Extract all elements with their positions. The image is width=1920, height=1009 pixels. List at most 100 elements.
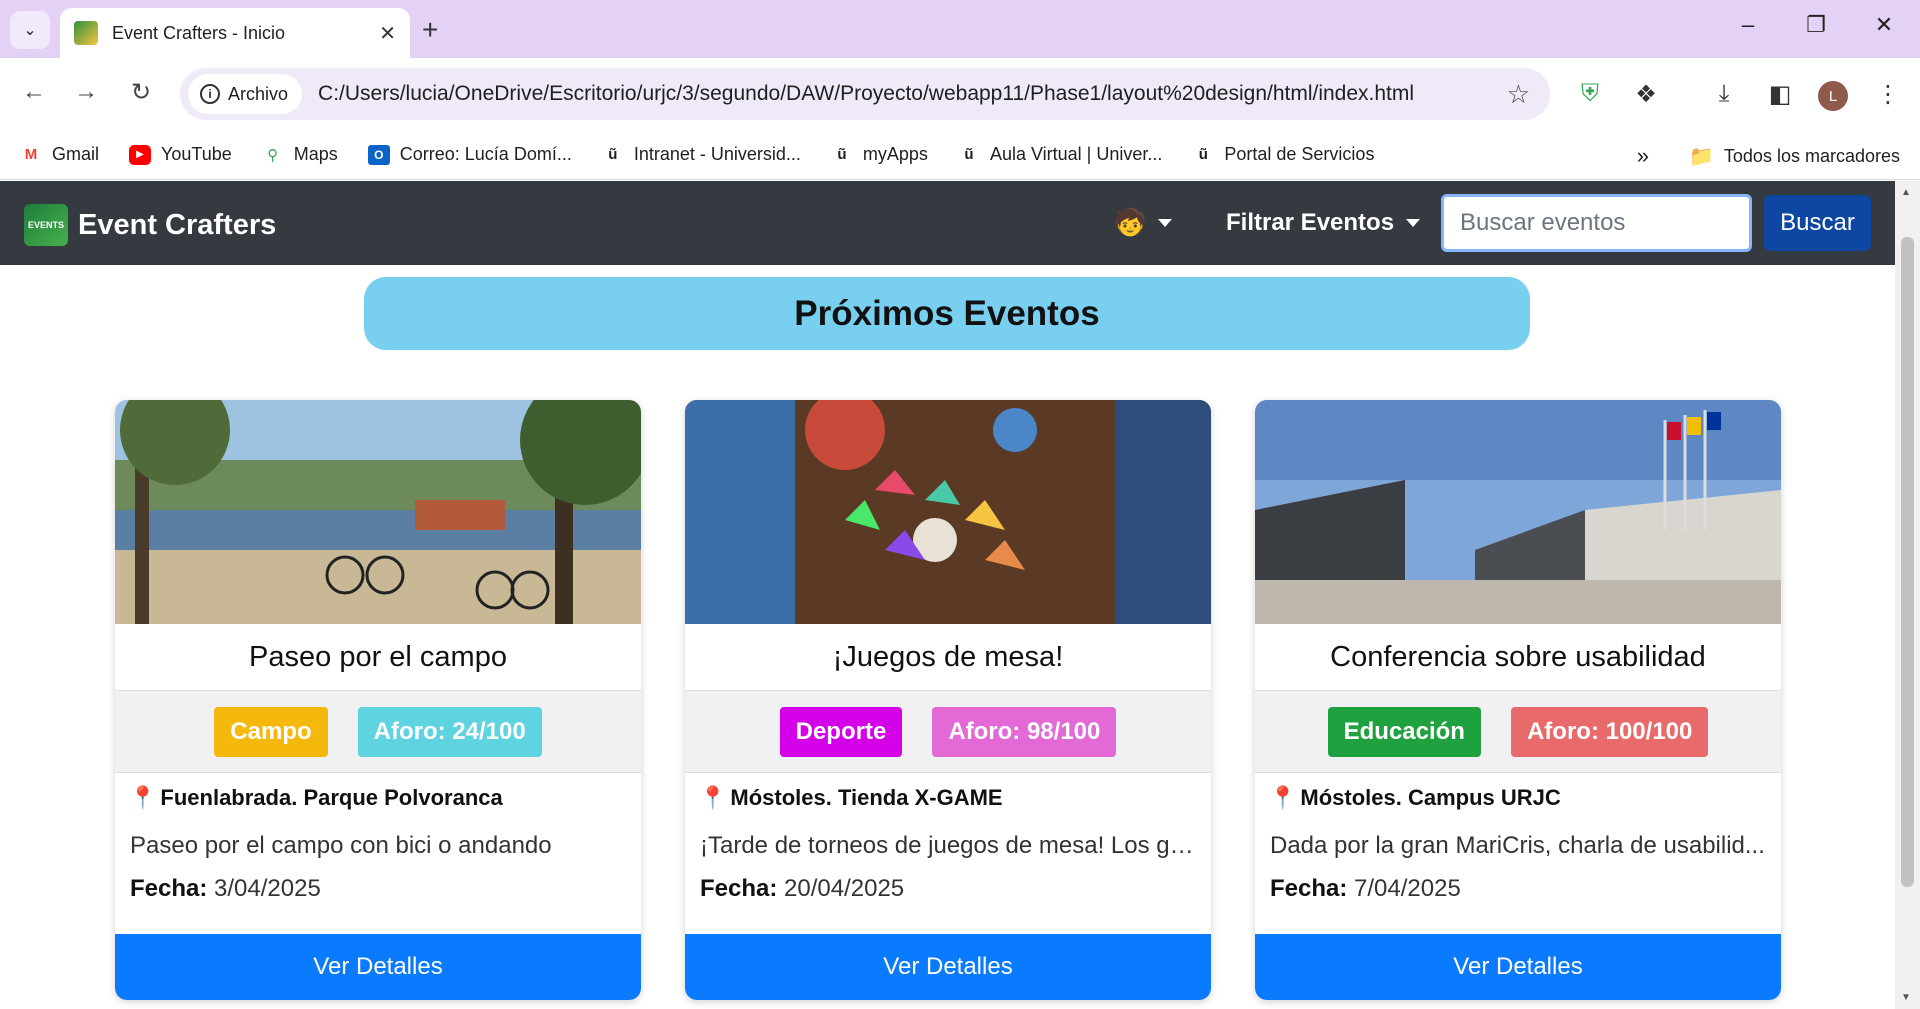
bookmark-intranet[interactable]: ũ Intranet - Universid... bbox=[602, 144, 801, 165]
category-badge: Campo bbox=[214, 706, 328, 757]
browser-toolbar: ← → ↻ i Archivo C:/Users/lucia/OneDrive/… bbox=[0, 58, 1920, 130]
brand-name: Event Crafters bbox=[78, 208, 277, 241]
event-image-board-games bbox=[685, 400, 1211, 624]
close-tab-icon[interactable]: ✕ bbox=[379, 21, 396, 46]
bookmark-maps[interactable]: ⚲ Maps bbox=[262, 144, 338, 165]
user-dropdown[interactable]: 🧒 bbox=[1114, 207, 1173, 238]
event-title: Conferencia sobre usabilidad bbox=[1255, 624, 1781, 691]
map-pin-icon: 📍 bbox=[1269, 785, 1297, 810]
download-icon[interactable]: ⤓ bbox=[1706, 80, 1742, 108]
tab-title: Event Crafters - Inicio bbox=[112, 22, 286, 43]
filter-events-dropdown[interactable]: Filtrar Eventos bbox=[1226, 209, 1421, 237]
restore-icon[interactable]: ❐ bbox=[1796, 12, 1836, 38]
bookmark-label: YouTube bbox=[161, 144, 232, 164]
urjc-icon: ũ bbox=[964, 146, 974, 163]
search-button[interactable]: Buscar bbox=[1764, 195, 1871, 251]
view-details-button[interactable]: Ver Detalles bbox=[115, 934, 641, 1000]
bookmark-label: Correo: Lucía Domí... bbox=[399, 144, 572, 164]
badge-row: Deporte Aforo: 98/100 bbox=[685, 691, 1211, 773]
event-image-campus bbox=[1255, 400, 1781, 624]
site-info-chip[interactable]: i Archivo bbox=[188, 74, 303, 114]
close-window-icon[interactable]: ✕ bbox=[1864, 12, 1904, 38]
address-bar[interactable]: i Archivo C:/Users/lucia/OneDrive/Escrit… bbox=[180, 68, 1550, 120]
all-bookmarks-label: Todos los marcadores bbox=[1723, 145, 1900, 166]
gmail-icon: M bbox=[24, 146, 38, 163]
reload-icon[interactable]: ↻ bbox=[123, 78, 159, 107]
url-text[interactable]: C:/Users/lucia/OneDrive/Escritorio/urjc/… bbox=[318, 82, 1507, 106]
browser-tabstrip: ⌄ Event Crafters - Inicio ✕ + – ❐ ✕ bbox=[0, 0, 1920, 58]
map-pin-icon: 📍 bbox=[699, 785, 727, 810]
bookmark-gmail[interactable]: M Gmail bbox=[20, 144, 99, 165]
youtube-icon: ▶ bbox=[129, 144, 152, 165]
chevron-down-icon: ⌄ bbox=[23, 22, 37, 39]
event-crafters-favicon-icon bbox=[74, 21, 98, 45]
event-title: ¡Juegos de mesa! bbox=[685, 624, 1211, 691]
location-text: Fuenlabrada. Parque Polvoranca bbox=[160, 785, 503, 810]
forward-icon[interactable]: → bbox=[68, 78, 104, 106]
bookmark-youtube[interactable]: ▶ YouTube bbox=[129, 144, 232, 165]
bookmark-label: Aula Virtual | Univer... bbox=[989, 144, 1163, 164]
menu-kebab-icon[interactable]: ⋮ bbox=[1870, 80, 1906, 109]
bookmark-label: myApps bbox=[862, 144, 928, 164]
urjc-icon: ũ bbox=[1198, 146, 1208, 163]
badge-row: Educación Aforo: 100/100 bbox=[1255, 691, 1781, 773]
minimize-icon[interactable]: – bbox=[1728, 12, 1768, 38]
page-title: Próximos Eventos bbox=[364, 277, 1530, 350]
event-card: Paseo por el campo Campo Aforo: 24/100 📍… bbox=[115, 400, 641, 1000]
event-location: 📍 Móstoles. Campus URJC bbox=[1269, 785, 1561, 811]
filter-label: Filtrar Eventos bbox=[1226, 209, 1395, 236]
new-tab-button[interactable]: + bbox=[422, 14, 438, 46]
side-panel-icon[interactable]: ◧ bbox=[1762, 80, 1798, 109]
event-crafters-logo-icon: EVENTS bbox=[24, 204, 68, 246]
caret-down-icon bbox=[1406, 219, 1421, 227]
bookmark-label: Maps bbox=[293, 144, 338, 164]
bookmark-label: Gmail bbox=[52, 144, 100, 164]
tab-list-button[interactable]: ⌄ bbox=[10, 11, 50, 49]
map-pin-icon: 📍 bbox=[129, 785, 157, 810]
urjc-icon: ũ bbox=[608, 146, 618, 163]
event-description: Dada por la gran MariCris, charla de usa… bbox=[1270, 832, 1765, 859]
location-text: Móstoles. Campus URJC bbox=[1300, 785, 1561, 810]
bookmark-star-icon[interactable]: ☆ bbox=[1507, 79, 1530, 110]
date-value: 20/04/2025 bbox=[784, 875, 905, 902]
date-value: 3/04/2025 bbox=[214, 875, 321, 902]
bookmark-aula-virtual[interactable]: ũ Aula Virtual | Univer... bbox=[958, 144, 1162, 165]
event-location: 📍 Móstoles. Tienda X-GAME bbox=[699, 785, 1003, 811]
bookmark-outlook[interactable]: O Correo: Lucía Domí... bbox=[367, 144, 572, 165]
bookmark-myapps[interactable]: ũ myApps bbox=[831, 144, 928, 165]
bookmarks-bar: M Gmail ▶ YouTube ⚲ Maps O Correo: Lucía Dom… bbox=[0, 130, 1920, 180]
maps-icon: ⚲ bbox=[267, 146, 279, 164]
capacity-badge: Aforo: 24/100 bbox=[357, 706, 542, 757]
site-navbar: EVENTS Event Crafters 🧒 Filtrar Eventos … bbox=[0, 181, 1895, 265]
view-details-button[interactable]: Ver Detalles bbox=[685, 934, 1211, 1000]
outlook-icon: O bbox=[367, 144, 390, 165]
page-viewport: EVENTS Event Crafters 🧒 Filtrar Eventos … bbox=[0, 181, 1895, 1009]
all-bookmarks[interactable]: » 📁 Todos los marcadores bbox=[1637, 143, 1900, 169]
category-badge: Educación bbox=[1327, 706, 1481, 757]
page-scrollbar[interactable]: ▲ ▼ bbox=[1895, 181, 1920, 1009]
bookmark-label: Intranet - Universid... bbox=[633, 144, 801, 164]
bookmark-portal-servicios[interactable]: ũ Portal de Servicios bbox=[1192, 144, 1375, 165]
view-details-button[interactable]: Ver Detalles bbox=[1255, 934, 1781, 1000]
scrollbar-thumb[interactable] bbox=[1901, 237, 1914, 887]
scroll-down-arrow-icon[interactable]: ▼ bbox=[1901, 992, 1911, 1003]
event-card: ¡Juegos de mesa! Deporte Aforo: 98/100 📍… bbox=[685, 400, 1211, 1000]
capacity-badge: Aforo: 98/100 bbox=[932, 706, 1117, 757]
search-input[interactable] bbox=[1441, 194, 1752, 252]
brand-link[interactable]: EVENTS Event Crafters bbox=[24, 204, 276, 246]
browser-tab-active[interactable]: Event Crafters - Inicio ✕ bbox=[60, 8, 410, 58]
shield-extension-icon[interactable]: ⛨ bbox=[1572, 80, 1608, 108]
site-chip-label: Archivo bbox=[228, 83, 289, 104]
event-location: 📍 Fuenlabrada. Parque Polvoranca bbox=[129, 785, 503, 811]
event-image-park bbox=[115, 400, 641, 624]
back-icon[interactable]: ← bbox=[16, 78, 52, 106]
extensions-puzzle-icon[interactable]: ❖ bbox=[1628, 80, 1664, 109]
more-bookmarks-chevron-icon[interactable]: » bbox=[1637, 143, 1649, 169]
profile-avatar[interactable]: L bbox=[1818, 81, 1848, 111]
event-date: Fecha: 3/04/2025 bbox=[130, 875, 321, 903]
date-label: Fecha: bbox=[700, 875, 778, 902]
date-label: Fecha: bbox=[1270, 875, 1348, 902]
event-title: Paseo por el campo bbox=[115, 624, 641, 691]
category-badge: Deporte bbox=[779, 706, 903, 757]
scroll-up-arrow-icon[interactable]: ▲ bbox=[1901, 187, 1911, 198]
